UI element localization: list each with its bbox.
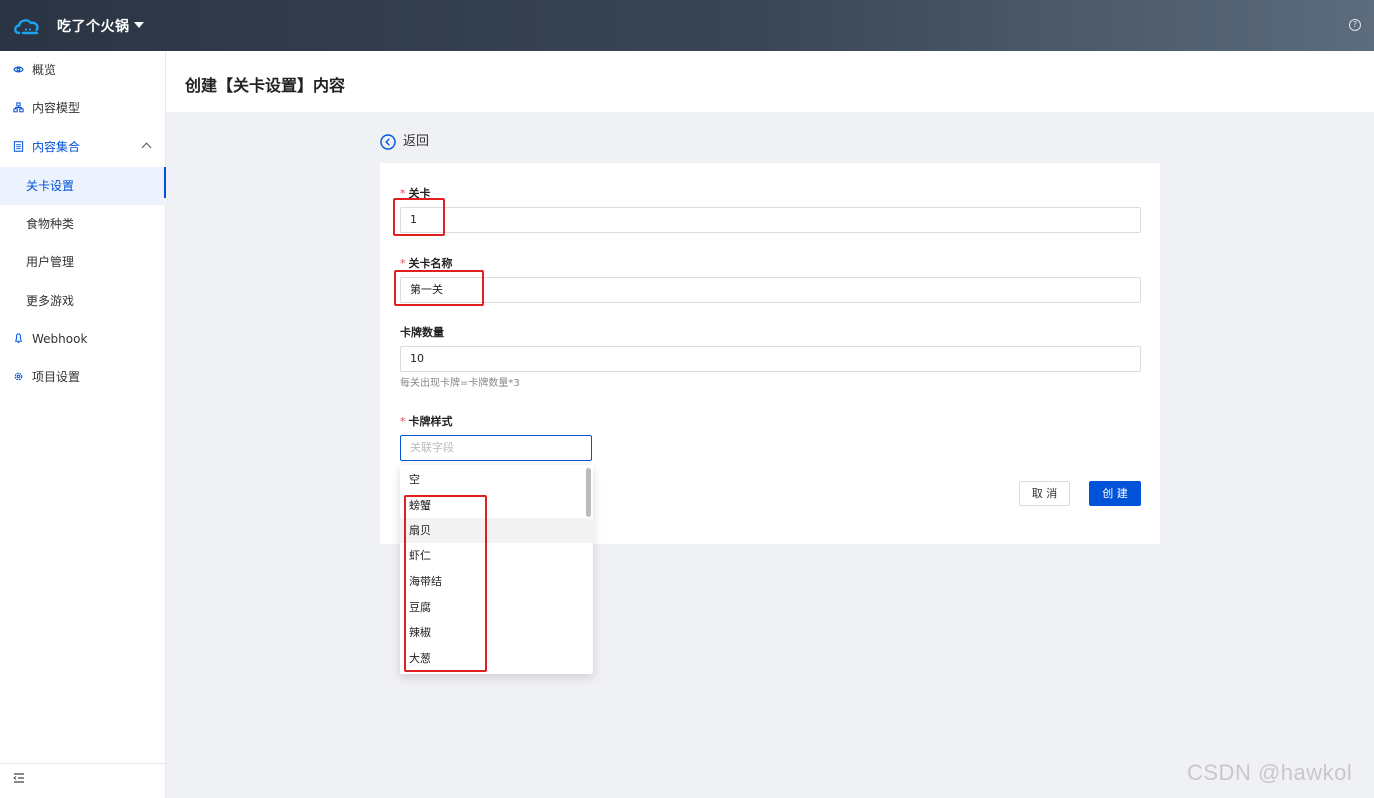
dropdown-option[interactable]: 豆腐 — [400, 595, 593, 620]
cancel-button[interactable]: 取 消 — [1019, 481, 1070, 506]
eye-icon — [13, 66, 24, 73]
caret-down-icon[interactable] — [134, 22, 144, 28]
card-count-label: 卡牌数量 — [400, 326, 444, 339]
sidebar-item-level-settings[interactable]: 关卡设置 — [0, 167, 166, 205]
help-icon[interactable]: ? — [1349, 19, 1361, 31]
card-style-select[interactable]: 关联字段 — [400, 435, 592, 461]
label-text: 关卡名称 — [408, 257, 453, 270]
sidebar-item-label: 食物种类 — [26, 217, 75, 231]
level-name-input[interactable]: 第一关 — [400, 277, 1141, 303]
sidebar-item-webhook[interactable]: Webhook — [0, 320, 166, 358]
level-label: * 关卡 — [400, 185, 431, 201]
gear-icon — [14, 372, 23, 381]
sidebar-item-label: 内容模型 — [32, 101, 81, 115]
app-name[interactable]: 吃了个火锅 — [57, 16, 130, 36]
sidebar-item-label: 用户管理 — [26, 255, 75, 269]
page-title: 创建【关卡设置】内容 — [185, 76, 346, 95]
top-bar: 吃了个火锅 ? — [0, 0, 1374, 51]
dropdown-option[interactable]: 空 — [400, 467, 593, 492]
required-mark: * — [400, 257, 406, 270]
back-circle-icon — [380, 134, 396, 150]
webhook-icon — [15, 333, 22, 344]
dropdown-option[interactable]: 扇贝 — [400, 518, 593, 543]
sidebar: 概览 内容模型 内容集合 关卡设置 食物种类 用户管理 更多游戏 Webhook… — [0, 51, 166, 798]
level-name-label: * 关卡名称 — [400, 255, 453, 271]
sidebar-item-content-model[interactable]: 内容模型 — [0, 89, 166, 127]
label-text: 卡牌样式 — [408, 415, 453, 428]
sidebar-item-content-collection[interactable]: 内容集合 — [0, 128, 166, 166]
sidebar-item-food-types[interactable]: 食物种类 — [0, 205, 166, 243]
sidebar-item-label: Webhook — [32, 332, 88, 346]
dropdown-option[interactable]: 辣椒 — [400, 620, 593, 645]
required-mark: * — [400, 187, 406, 200]
sidebar-item-label: 概览 — [32, 63, 57, 77]
dropdown-scrollbar[interactable] — [586, 468, 591, 517]
chevron-up-icon — [141, 142, 152, 153]
cloud-logo-icon[interactable] — [12, 14, 42, 38]
collection-icon — [13, 141, 24, 152]
dropdown-option[interactable]: 海带结 — [400, 569, 593, 594]
dropdown-option[interactable]: 大葱 — [400, 646, 593, 671]
card-style-label: * 卡牌样式 — [400, 413, 453, 429]
sidebar-item-label: 更多游戏 — [26, 294, 75, 308]
sidebar-item-more-games[interactable]: 更多游戏 — [0, 282, 166, 320]
dropdown-option[interactable]: 螃蟹 — [400, 493, 593, 518]
sidebar-item-label: 内容集合 — [32, 140, 81, 154]
page-header: 创建【关卡设置】内容 — [166, 51, 1374, 112]
label-text: 关卡 — [408, 187, 431, 200]
back-label: 返回 — [403, 134, 430, 149]
sidebar-item-user-management[interactable]: 用户管理 — [0, 243, 166, 281]
create-button[interactable]: 创 建 — [1089, 481, 1141, 506]
dropdown-option[interactable]: 虾仁 — [400, 543, 593, 568]
collapse-menu-icon[interactable] — [13, 773, 25, 783]
card-count-help: 每关出现卡牌=卡牌数量*3 — [400, 378, 520, 389]
sidebar-item-label: 关卡设置 — [26, 179, 75, 193]
divider — [0, 763, 166, 764]
sidebar-item-label: 项目设置 — [32, 370, 81, 384]
required-mark: * — [400, 415, 406, 428]
card-style-dropdown: 空 螃蟹 扇贝 虾仁 海带结 豆腐 辣椒 大葱 — [400, 465, 593, 674]
sidebar-item-overview[interactable]: 概览 — [0, 51, 166, 89]
card-count-input[interactable]: 10 — [400, 346, 1141, 372]
level-input[interactable]: 1 — [400, 207, 1141, 233]
watermark: CSDN @hawkol — [1187, 760, 1353, 785]
model-icon — [13, 102, 24, 113]
sidebar-item-project-settings[interactable]: 项目设置 — [0, 358, 166, 396]
